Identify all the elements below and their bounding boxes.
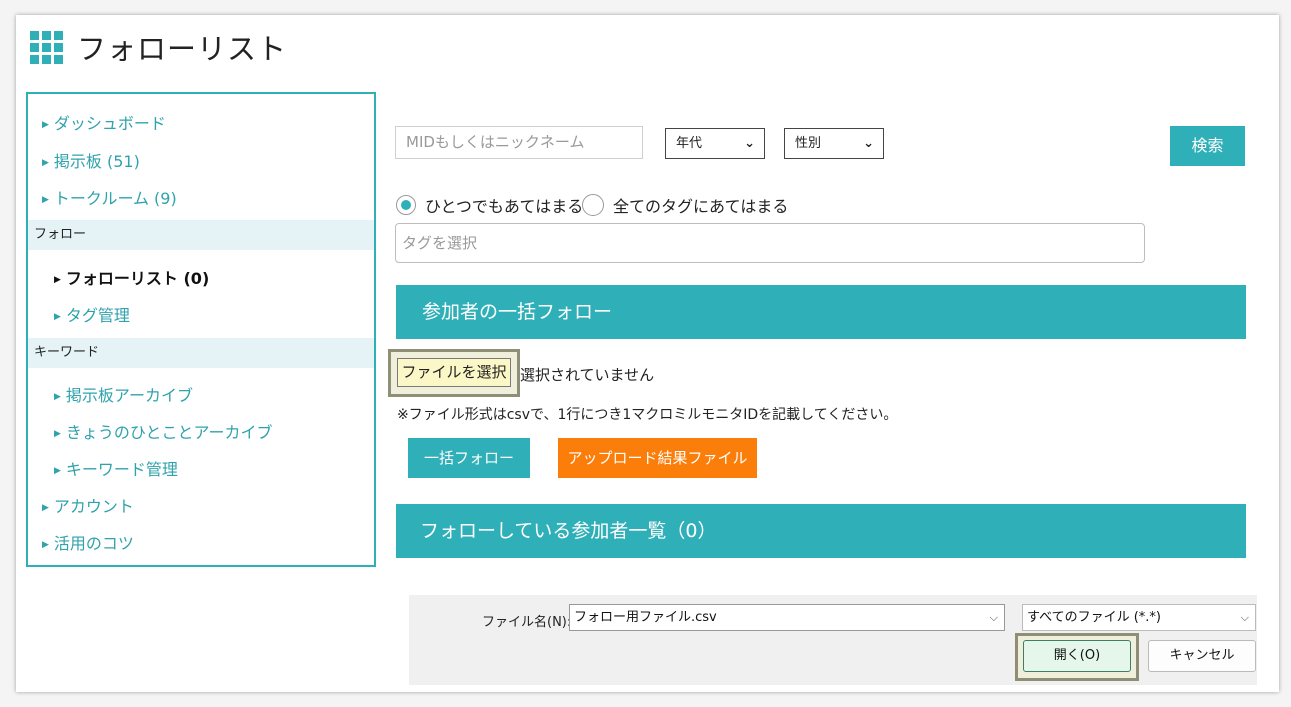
grid-icon (30, 30, 63, 64)
sidebar-item-board-archive[interactable]: ▶ 掲示板アーカイブ (54, 382, 193, 406)
filename-input[interactable]: フォロー用ファイル.csv ⌵ (569, 604, 1005, 631)
sidebar-item-keyword-management[interactable]: ▶ キーワード管理 (54, 456, 178, 480)
chevron-down-icon[interactable]: ⌵ (990, 605, 998, 630)
main-window: フォローリスト ▶ ダッシュボード ▶ 掲示板 (51) ▶ トークルーム (9) フ… (16, 15, 1279, 692)
file-open-dialog: ファイル名(N): フォロー用ファイル.csv ⌵ すべてのファイル (*.*)… (409, 595, 1257, 685)
triangle-right-icon: ▶ (42, 503, 49, 513)
filename-value: フォロー用ファイル.csv (574, 610, 717, 625)
triangle-right-icon: ▶ (42, 120, 49, 130)
mid-search-input[interactable]: MIDもしくはニックネーム (395, 126, 643, 159)
page-header: フォローリスト (30, 27, 287, 67)
sidebar-item-label: ダッシュボード (53, 114, 166, 133)
filetype-value: すべてのファイル (*.*) (1027, 610, 1161, 625)
sidebar-item-label: 掲示板アーカイブ (65, 386, 193, 405)
sidebar-item-board[interactable]: ▶ 掲示板 (51) (42, 148, 140, 172)
sidebar-item-tag-management[interactable]: ▶ タグ管理 (54, 302, 130, 326)
following-list-heading: フォローしている参加者一覧（0） (396, 504, 1246, 558)
sidebar-item-label: 掲示板 (51) (53, 152, 140, 171)
filename-label: ファイル名(N): (482, 615, 572, 630)
gender-select-value: 性別 (795, 136, 822, 151)
sidebar-section-keyword: キーワード (28, 338, 374, 368)
cancel-button[interactable]: キャンセル (1148, 640, 1256, 672)
search-button[interactable]: 検索 (1170, 126, 1245, 166)
filetype-select[interactable]: すべてのファイル (*.*) ⌵ (1022, 604, 1256, 631)
page-title: フォローリスト (77, 32, 288, 66)
sidebar-item-label: 活用のコツ (53, 534, 134, 553)
chevron-down-icon: ⌄ (863, 136, 874, 151)
sidebar-item-label: フォローリスト (0) (65, 269, 210, 288)
file-status-text: 選択されていません (520, 366, 655, 384)
sidebar-item-label: きょうのひとことアーカイブ (65, 423, 273, 442)
triangle-right-icon: ▶ (54, 275, 61, 285)
sidebar-item-label: アカウント (53, 497, 134, 516)
triangle-right-icon: ▶ (42, 540, 49, 550)
chevron-down-icon: ⌄ (744, 136, 755, 151)
sidebar-item-account[interactable]: ▶ アカウント (42, 493, 134, 517)
sidebar-item-dashboard[interactable]: ▶ ダッシュボード (42, 110, 166, 134)
chevron-down-icon: ⌵ (1240, 611, 1249, 624)
sidebar-section-follow: フォロー (28, 220, 374, 250)
radio-all-tags[interactable]: 全てのタグにあてはまる (582, 193, 788, 217)
radio-button[interactable] (582, 194, 604, 216)
open-button[interactable]: 開く(O) (1023, 640, 1131, 672)
sidebar-item-label: タグ管理 (65, 306, 130, 325)
sidebar-item-daily-word-archive[interactable]: ▶ きょうのひとことアーカイブ (54, 419, 272, 443)
choose-file-button[interactable]: ファイルを選択 (397, 358, 511, 387)
radio-any-tag[interactable]: ひとつでもあてはまる (396, 193, 583, 217)
triangle-right-icon: ▶ (54, 312, 61, 322)
file-format-note: ※ファイル形式はcsvで、1行につき1マクロミルモニタIDを記載してください。 (397, 407, 898, 423)
sidebar-item-tips[interactable]: ▶ 活用のコツ (42, 530, 134, 554)
triangle-right-icon: ▶ (54, 429, 61, 439)
upload-result-file-button[interactable]: アップロード結果ファイル (558, 438, 757, 478)
bulk-follow-button[interactable]: 一括フォロー (408, 438, 530, 478)
sidebar-item-label: キーワード管理 (65, 460, 178, 479)
sidebar-item-follow-list[interactable]: ▶ フォローリスト (0) (54, 265, 209, 289)
radio-any-label: ひとつでもあてはまる (425, 197, 584, 216)
triangle-right-icon: ▶ (54, 392, 61, 402)
radio-button-selected[interactable] (396, 195, 416, 215)
sidebar-item-label: トークルーム (9) (53, 189, 177, 208)
sidebar-item-talkroom[interactable]: ▶ トークルーム (9) (42, 185, 177, 209)
triangle-right-icon: ▶ (54, 466, 61, 476)
age-select-value: 年代 (676, 136, 703, 151)
tag-select-input[interactable]: タグを選択 (395, 223, 1145, 263)
radio-all-label: 全てのタグにあてはまる (613, 197, 789, 216)
sidebar-nav: ▶ ダッシュボード ▶ 掲示板 (51) ▶ トークルーム (9) フォロー ▶ フォロ… (26, 92, 376, 567)
triangle-right-icon: ▶ (42, 195, 49, 205)
age-select[interactable]: 年代 ⌄ (665, 128, 765, 159)
gender-select[interactable]: 性別 ⌄ (784, 128, 884, 159)
bulk-follow-heading: 参加者の一括フォロー (396, 285, 1246, 339)
triangle-right-icon: ▶ (42, 158, 49, 168)
